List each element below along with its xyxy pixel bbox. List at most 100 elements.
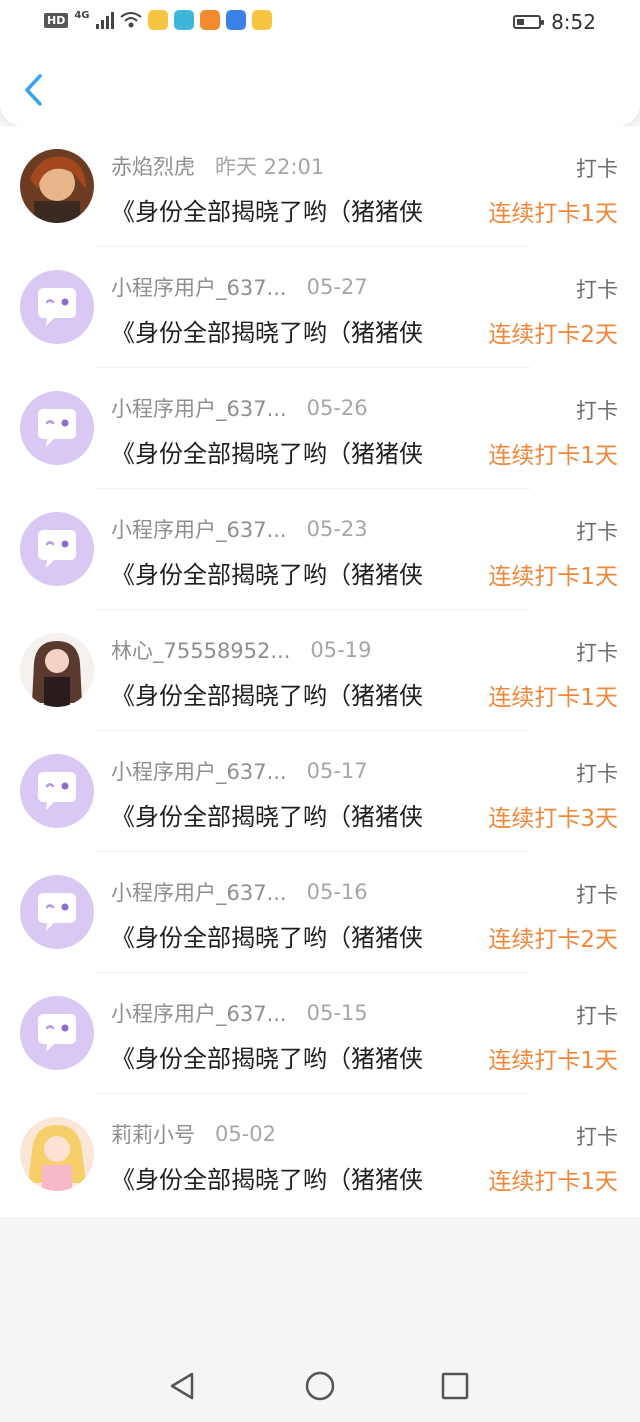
signal-icon [95, 11, 114, 29]
meta-line: 小程序用户_637... 05-23 [111, 514, 368, 544]
user-name: 林心_75558952... [111, 639, 291, 663]
list-item[interactable]: 小程序用户_637... 05-26 打卡《身份全部揭晓了哟（猪猪侠 连续打卡1天 [0, 368, 640, 489]
meta-line: 赤焰烈虎 昨天 22:01 [111, 151, 324, 181]
streak-label: 连续打卡1天 [488, 443, 618, 469]
back-button[interactable] [18, 70, 54, 110]
post-date: 05-27 [306, 275, 368, 299]
meta-line: 小程序用户_637... 05-26 [111, 393, 368, 423]
video-icon [199, 10, 220, 30]
streak-label: 连续打卡1天 [488, 685, 618, 711]
post-date: 05-23 [306, 517, 368, 541]
wifi-icon [119, 12, 142, 28]
user-name: 小程序用户_637... [111, 518, 287, 542]
back-triangle-icon [170, 1372, 194, 1400]
post-date: 05-16 [306, 880, 368, 904]
default-avatar-icon [20, 270, 94, 344]
post-date: 05-15 [306, 1001, 368, 1025]
user-name: 小程序用户_637... [111, 1002, 287, 1026]
user-name: 赤焰烈虎 [111, 155, 195, 179]
post-date: 05-02 [215, 1122, 277, 1146]
list-item[interactable]: 林心_75558952... 05-19 打卡《身份全部揭晓了哟（猪猪侠 连续打卡1天 [0, 610, 640, 731]
list-item[interactable]: 小程序用户_637... 05-15 打卡《身份全部揭晓了哟（猪猪侠 连续打卡1天 [0, 973, 640, 1094]
nav-back-button[interactable] [164, 1368, 200, 1404]
default-avatar-icon [20, 754, 94, 828]
post-date: 昨天 22:01 [215, 155, 325, 179]
avatar[interactable] [20, 1117, 94, 1191]
streak-label: 连续打卡3天 [488, 806, 618, 832]
avatar[interactable] [20, 875, 94, 949]
entry-title: 《身份全部揭晓了哟（猪猪侠 [111, 924, 423, 952]
list-item[interactable]: 小程序用户_637... 05-27 打卡 《身份全部揭晓了哟（猪猪侠 连续打卡2天 [0, 247, 640, 368]
avatar[interactable] [20, 633, 94, 707]
meta-line: 小程序用户_637... 05-17 [111, 756, 368, 786]
anime-girl-avatar [20, 1117, 94, 1191]
default-avatar-icon [20, 391, 94, 465]
meta-line: 林心_75558952... 05-19 [111, 635, 371, 665]
streak-label: 连续打卡1天 [488, 564, 618, 590]
entry-type: 打卡 [576, 157, 618, 181]
user-name: 小程序用户_637... [111, 276, 287, 300]
nav-home-button[interactable] [302, 1368, 338, 1404]
anime-character-avatar [20, 149, 94, 223]
weibo-icon [251, 10, 272, 30]
list-item[interactable]: 莉莉小号 05-02 打卡《身份全部揭晓了哟（猪猪侠 连续打卡1天 [0, 1094, 640, 1215]
entry-type: 打卡 [576, 1004, 618, 1028]
user-name: 小程序用户_637... [111, 397, 287, 421]
entry-type: 打卡 [576, 520, 618, 544]
network-type: 4G [74, 9, 90, 21]
entry-title: 《身份全部揭晓了哟（猪猪侠 [111, 682, 423, 710]
status-bar: HD 4G 8:52 [0, 0, 640, 44]
avatar[interactable] [20, 512, 94, 586]
meta-line: 小程序用户_637... 05-15 [111, 998, 368, 1028]
girl-photo-avatar [20, 633, 94, 707]
entry-type: 打卡 [576, 883, 618, 907]
avatar[interactable] [20, 270, 94, 344]
streak-label: 连续打卡1天 [488, 1048, 618, 1074]
qq-browser-icon [225, 10, 246, 30]
avatar[interactable] [20, 391, 94, 465]
recents-square-icon [441, 1372, 469, 1400]
default-avatar-icon [20, 512, 94, 586]
streak-label: 连续打卡1天 [488, 201, 618, 227]
entry-title: 《身份全部揭晓了哟（猪猪侠 [111, 1045, 423, 1073]
list-item[interactable]: 小程序用户_637... 05-17 打卡《身份全部揭晓了哟（猪猪侠 连续打卡3天 [0, 731, 640, 852]
battery-icon [513, 15, 545, 29]
default-avatar-icon [20, 875, 94, 949]
entry-type: 打卡 [576, 399, 618, 423]
entry-type: 打卡 [576, 278, 618, 302]
default-avatar-icon [20, 996, 94, 1070]
entry-title: 《身份全部揭晓了哟（猪猪侠 [111, 319, 423, 347]
chevron-left-icon [25, 74, 42, 106]
meta-line: 小程序用户_637... 05-27 [111, 272, 368, 302]
entry-title: 《身份全部揭晓了哟（猪猪侠 [111, 198, 423, 226]
avatar[interactable] [20, 149, 94, 223]
hd-badge: HD [44, 12, 69, 28]
status-left-group: HD 4G [44, 10, 272, 30]
home-circle-icon [305, 1371, 335, 1401]
entry-title: 《身份全部揭晓了哟（猪猪侠 [111, 1166, 423, 1194]
post-date: 05-17 [306, 759, 368, 783]
user-name: 小程序用户_637... [111, 760, 287, 784]
reader-icon [173, 10, 194, 30]
avatar[interactable] [20, 996, 94, 1070]
user-name: 莉莉小号 [111, 1123, 195, 1147]
avatar[interactable] [20, 754, 94, 828]
list-item[interactable]: 赤焰烈虎 昨天 22:01 打卡《身份全部揭晓了哟（猪猪侠 连续打卡1天 [0, 126, 640, 247]
entry-title: 《身份全部揭晓了哟（猪猪侠 [111, 440, 423, 468]
list-item[interactable]: 小程序用户_637... 05-16 打卡《身份全部揭晓了哟（猪猪侠 连续打卡2天 [0, 852, 640, 973]
entry-title: 《身份全部揭晓了哟（猪猪侠 [111, 561, 423, 589]
meta-line: 小程序用户_637... 05-16 [111, 877, 368, 907]
meta-line: 莉莉小号 05-02 [111, 1119, 276, 1149]
nav-recents-button[interactable] [437, 1368, 473, 1404]
streak-label: 连续打卡1天 [488, 1169, 618, 1195]
entry-type: 打卡 [576, 1125, 618, 1149]
top-navigation [0, 44, 640, 126]
status-right-group: 8:52 [513, 10, 596, 34]
system-navigation-bar [0, 1350, 640, 1422]
streak-label: 连续打卡2天 [488, 927, 618, 953]
entry-type: 打卡 [576, 762, 618, 786]
entry-title: 《身份全部揭晓了哟（猪猪侠 [111, 803, 423, 831]
checkin-list: 赤焰烈虎 昨天 22:01 打卡 《身份全部揭晓了哟（猪猪侠 连续打卡1天 小程序用户_6… [0, 126, 640, 1217]
entry-type: 打卡 [576, 641, 618, 665]
list-item[interactable]: 小程序用户_637... 05-23 打卡《身份全部揭晓了哟（猪猪侠 连续打卡1天 [0, 489, 640, 610]
